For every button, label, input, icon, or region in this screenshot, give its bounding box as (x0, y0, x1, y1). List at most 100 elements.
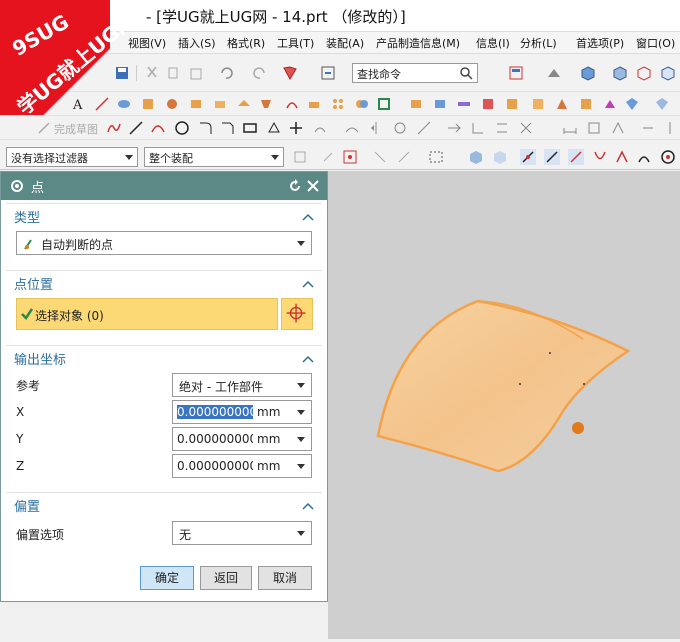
reset-icon[interactable] (287, 178, 303, 194)
menu-preferences[interactable]: 首选项(P) (576, 35, 624, 51)
menu-insert[interactable]: 插入(S) (178, 35, 216, 51)
surface-icon[interactable] (624, 96, 640, 112)
menu-view[interactable]: 视图(V) (128, 35, 166, 51)
chevron-up-icon[interactable] (302, 277, 314, 288)
select-body-icon[interactable] (468, 149, 484, 165)
shell-icon[interactable] (376, 96, 392, 112)
hole-icon[interactable] (164, 96, 180, 112)
revolve-icon[interactable] (258, 96, 274, 112)
dimension-icon[interactable] (562, 120, 578, 136)
undo-icon[interactable] (218, 65, 234, 81)
ok-button[interactable]: 确定 (140, 566, 194, 590)
menu-format[interactable]: 格式(R) (227, 35, 265, 51)
mirror-curve-icon[interactable] (368, 120, 384, 136)
pattern-icon[interactable] (330, 96, 346, 112)
make-corner-icon[interactable] (470, 120, 486, 136)
chevron-up-icon[interactable] (302, 499, 314, 510)
convert-reference-icon[interactable] (662, 120, 678, 136)
move-face-icon[interactable] (554, 96, 570, 112)
select-object-field[interactable]: 选择对象 (0) (16, 298, 278, 330)
graphics-viewport[interactable] (328, 171, 680, 639)
arc-icon[interactable] (150, 120, 166, 136)
cancel-button[interactable]: 取消 (258, 566, 312, 590)
chevron-down-icon[interactable] (297, 437, 305, 442)
point-icon[interactable] (288, 120, 304, 136)
render-icon[interactable] (546, 65, 562, 81)
shaded-icon[interactable] (612, 65, 628, 81)
command-finder-icon[interactable] (320, 65, 336, 81)
end-point-snap-icon[interactable] (520, 149, 536, 165)
back-button[interactable]: 返回 (200, 566, 252, 590)
control-point-snap-icon[interactable] (568, 149, 584, 165)
layout-icon[interactable] (508, 65, 524, 81)
geometric-constraint-icon[interactable] (586, 120, 602, 136)
chevron-down-icon[interactable] (297, 464, 305, 469)
animate-dimension-icon[interactable] (640, 120, 656, 136)
blend-icon[interactable] (284, 96, 300, 112)
pocket-icon[interactable] (212, 96, 228, 112)
arc-center-snap-icon[interactable] (636, 149, 652, 165)
selection-scope-dropdown[interactable]: 整个装配 (144, 147, 284, 167)
cylinder-icon[interactable] (116, 96, 132, 112)
menu-info[interactable]: 信息(I) (476, 35, 510, 51)
redo-icon[interactable] (252, 65, 268, 81)
chevron-down-icon[interactable] (297, 410, 305, 415)
quick-trim-icon[interactable] (416, 120, 432, 136)
sync-icon[interactable] (602, 96, 618, 112)
split-icon[interactable] (432, 96, 448, 112)
chevron-up-icon[interactable] (302, 210, 314, 221)
point-snap-icon[interactable] (342, 149, 358, 165)
chevron-up-icon[interactable] (302, 352, 314, 363)
menu-pmi[interactable]: 产品制造信息(M) (376, 35, 460, 51)
profile-icon[interactable] (106, 120, 122, 136)
offset-option-dropdown[interactable]: 无 (172, 521, 312, 545)
thicken-icon[interactable] (504, 96, 520, 112)
copy-icon[interactable] (166, 65, 182, 81)
cut-icon[interactable] (144, 65, 160, 81)
x-coordinate-input[interactable]: 0.0000000000 mm (172, 400, 312, 424)
sketch-fillet-icon[interactable] (344, 120, 360, 136)
finish-sketch-icon[interactable] (36, 120, 52, 136)
pattern-curve-icon[interactable] (392, 120, 408, 136)
polygon-icon[interactable] (266, 120, 282, 136)
extrude-icon[interactable] (236, 96, 252, 112)
rectangle-select-icon[interactable] (428, 149, 444, 165)
wireframe-icon[interactable] (636, 65, 652, 81)
offset-face-icon[interactable] (456, 96, 472, 112)
type-filter-dropdown[interactable]: 没有选择过滤器 (6, 147, 138, 167)
mesh-icon[interactable] (654, 96, 670, 112)
intersection-snap-icon[interactable] (614, 149, 630, 165)
command-search-input[interactable]: 查找命令 (352, 63, 478, 83)
scope-icon[interactable] (372, 149, 388, 165)
view-cube-icon[interactable] (580, 65, 596, 81)
save-icon[interactable] (114, 65, 130, 81)
y-coordinate-input[interactable]: 0.0000000000 mm (172, 427, 312, 451)
z-coordinate-input[interactable]: 0.0000000000 mm (172, 454, 312, 478)
filter-settings-icon[interactable] (292, 149, 308, 165)
draft-icon[interactable] (530, 96, 546, 112)
point-type-dropdown[interactable]: 自动判断的点 (16, 231, 312, 255)
mid-point-snap-icon[interactable] (544, 149, 560, 165)
menu-window[interactable]: 窗口(O) (636, 35, 675, 51)
existing-point-snap-icon[interactable] (660, 149, 676, 165)
paste-icon[interactable] (188, 65, 204, 81)
line-icon[interactable] (128, 120, 144, 136)
menu-analysis[interactable]: 分析(L) (520, 35, 557, 51)
quick-extend-icon[interactable] (446, 120, 462, 136)
close-icon[interactable] (305, 178, 321, 194)
circle-icon[interactable] (174, 120, 190, 136)
fillet-icon[interactable] (198, 120, 214, 136)
select-icon[interactable] (282, 65, 298, 81)
point-dialog-button[interactable] (281, 298, 313, 330)
trim-icon[interactable] (408, 96, 424, 112)
unite-icon[interactable] (354, 96, 370, 112)
menu-assembly[interactable]: 装配(A) (326, 35, 364, 51)
auto-constrain-icon[interactable] (610, 120, 626, 136)
offset-curve-icon[interactable] (312, 120, 328, 136)
boss-icon[interactable] (188, 96, 204, 112)
chamfer-icon[interactable] (306, 96, 322, 112)
sew-icon[interactable] (480, 96, 496, 112)
display-mode-icon[interactable] (660, 65, 676, 81)
snap-settings-icon[interactable] (396, 149, 412, 165)
rectangle-icon[interactable] (242, 120, 258, 136)
